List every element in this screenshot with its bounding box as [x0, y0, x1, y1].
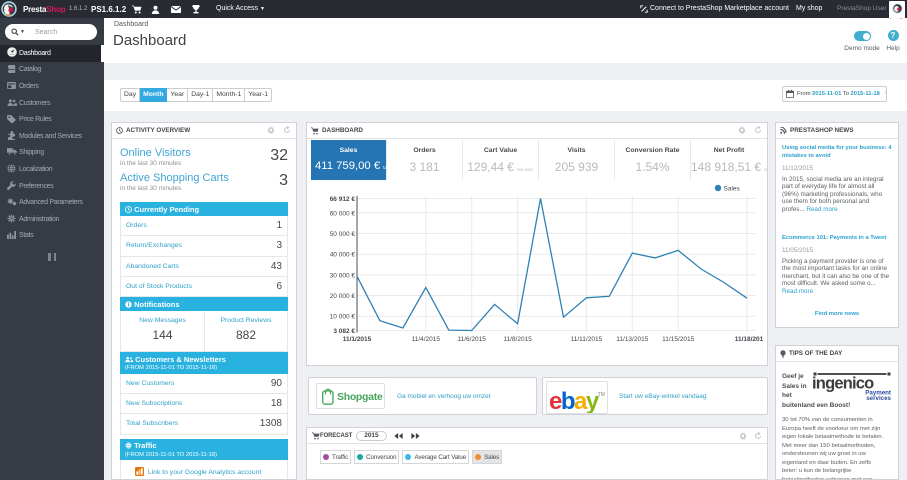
- svg-text:20 000 €: 20 000 €: [330, 293, 356, 300]
- svg-text:50 000 €: 50 000 €: [330, 231, 356, 238]
- svg-text:11/6/2015: 11/6/2015: [457, 336, 486, 343]
- svg-text:11/13/2015: 11/13/2015: [616, 336, 648, 343]
- svg-text:11/15/2015: 11/15/2015: [662, 336, 694, 343]
- svg-text:3 082 €: 3 082 €: [333, 328, 355, 335]
- svg-text:services: services: [866, 395, 891, 400]
- svg-text:66 912 €: 66 912 €: [330, 196, 356, 203]
- svg-text:60 000 €: 60 000 €: [330, 210, 356, 217]
- svg-text:Sales: Sales: [724, 186, 741, 193]
- svg-text:11/18/201: 11/18/201: [735, 336, 764, 343]
- svg-text:10 000 €: 10 000 €: [330, 314, 356, 321]
- svg-text:11/11/2015: 11/11/2015: [571, 336, 603, 343]
- svg-text:11/4/2015: 11/4/2015: [412, 336, 441, 343]
- svg-text:30 000 €: 30 000 €: [330, 272, 356, 279]
- svg-text:11/1/2015: 11/1/2015: [343, 336, 372, 343]
- svg-text:40 000 €: 40 000 €: [330, 252, 356, 259]
- svg-text:11/8/2015: 11/8/2015: [503, 336, 532, 343]
